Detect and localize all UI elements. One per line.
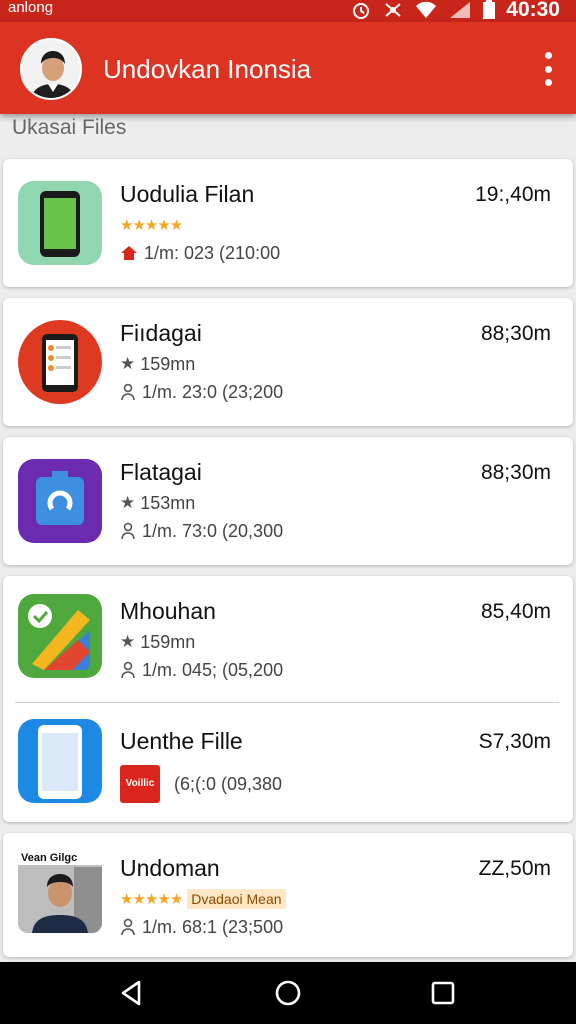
file-size: S7,30m [478, 730, 551, 753]
rating-text: 159mn [140, 631, 196, 652]
file-card: Vean Gilgc Undoman ZZ,50m ★★★★★ Dvadaoi … [3, 833, 573, 957]
file-meta: 1/m: 023 (210:00 [120, 241, 280, 265]
file-meta: 1/m. 045; (05,200 [120, 658, 283, 682]
battery-icon [483, 0, 496, 19]
file-row[interactable]: Uodulia Filan 19:,40m ★★★★★ 1/m: 023 (21… [3, 159, 573, 287]
file-card: Uodulia Filan 19:,40m ★★★★★ 1/m: 023 (21… [3, 159, 573, 287]
file-name: Flatagai [120, 459, 202, 485]
file-meta: 1/m. 23:0 (23;200 [120, 380, 283, 404]
divider [15, 702, 559, 703]
person-icon [121, 383, 135, 401]
person-icon [121, 661, 135, 679]
recents-icon[interactable] [428, 978, 458, 1008]
rating: ★ 159mn [120, 630, 195, 654]
file-name: Fiıdagai [120, 320, 202, 346]
photo-app-icon: Vean Gilgc [18, 849, 102, 933]
purple-app-icon [18, 459, 102, 543]
file-meta-text: 1/m. 68:1 (23;500 [142, 916, 284, 937]
status-icons: 40:30 [350, 0, 560, 20]
section-title: Ukasai Files [12, 116, 127, 139]
tag: Dvadaoi Mean [187, 889, 286, 909]
file-card: Flatagai 88;30m ★ 153mn 1/m. 73:0 (20,30… [3, 437, 573, 565]
alarm-icon [353, 3, 370, 19]
nav-bar [0, 962, 576, 1024]
red-phone-app-icon [18, 320, 102, 404]
file-row[interactable]: Mhouhan 85,40m ★ 159mn 1/m. 045; (05,200 [3, 576, 573, 704]
vibrate-icon [385, 3, 401, 17]
clock: 40:30 [506, 0, 560, 21]
star-icon: ★ [120, 632, 136, 651]
file-meta-text: 1/m. 73:0 (20,300 [142, 520, 284, 541]
status-bar: anlong 40:30 [0, 0, 576, 22]
file-row[interactable]: Uenthe Fille S7,30m Voillic (6;(:0 (09,3… [3, 702, 573, 822]
file-name: Undoman [120, 855, 220, 881]
rating: ★★★★★ [120, 213, 183, 237]
wifi-icon [416, 1, 437, 19]
person-icon [121, 918, 135, 936]
star-icon: ★ [120, 354, 136, 373]
file-name: Uenthe Fille [120, 728, 243, 754]
file-name: Mhouhan [120, 598, 216, 624]
rating: ★ 159mn [120, 352, 195, 376]
badge: Voillic [120, 765, 160, 803]
home-icon [121, 246, 137, 260]
blue-phone-app-icon [18, 719, 102, 803]
rating: ★★★★★ Dvadaoi Mean [120, 887, 286, 911]
avatar[interactable] [20, 38, 82, 100]
person-icon [121, 522, 135, 540]
rating: ★ 153mn [120, 491, 195, 515]
file-size: 88;30m [480, 322, 551, 345]
file-meta: 1/m. 73:0 (20,300 [120, 519, 283, 543]
file-meta: Voillic (6;(:0 (09,380 [120, 764, 282, 804]
rating-text: 153mn [140, 492, 196, 513]
file-meta-text: 1/m: 023 (210:00 [144, 242, 281, 263]
home-circle-icon[interactable] [273, 978, 303, 1008]
maps-app-icon [18, 594, 102, 678]
rating-stars: ★★★★★ [120, 891, 183, 908]
app-bar: Undovkan Inonsia [0, 22, 576, 114]
file-row[interactable]: Vean Gilgc Undoman ZZ,50m ★★★★★ Dvadaoi … [3, 833, 573, 961]
rating-stars: ★★★★★ [120, 217, 183, 234]
star-icon: ★ [120, 493, 136, 512]
more-vert-icon[interactable] [542, 52, 554, 86]
file-card: Mhouhan 85,40m ★ 159mn 1/m. 045; (05,200… [3, 576, 573, 822]
file-meta-text: (6;(:0 (09,380 [174, 773, 283, 794]
file-name: Uodulia Filan [120, 181, 255, 207]
rating-text: 159mn [140, 353, 196, 374]
file-row[interactable]: Flatagai 88;30m ★ 153mn 1/m. 73:0 (20,30… [3, 437, 573, 565]
green-phone-app-icon [18, 181, 102, 265]
file-size: 85,40m [480, 600, 551, 623]
icon-caption: Vean Gilgc [21, 852, 77, 864]
back-icon[interactable] [117, 978, 147, 1008]
file-card: Fiıdagai 88;30m ★ 159mn 1/m. 23:0 (23;20… [3, 298, 573, 426]
file-size: 19:,40m [475, 183, 551, 206]
app-title: Undovkan Inonsia [103, 54, 312, 84]
file-meta-text: 1/m. 045; (05,200 [142, 659, 284, 680]
file-size: ZZ,50m [478, 857, 551, 880]
carrier-label: anlong [8, 0, 54, 16]
file-row[interactable]: Fiıdagai 88;30m ★ 159mn 1/m. 23:0 (23;20… [3, 298, 573, 426]
file-meta: 1/m. 68:1 (23;500 [120, 915, 283, 939]
file-meta-text: 1/m. 23:0 (23;200 [142, 381, 284, 402]
signal-icon [450, 2, 471, 18]
file-size: 88;30m [480, 461, 551, 484]
